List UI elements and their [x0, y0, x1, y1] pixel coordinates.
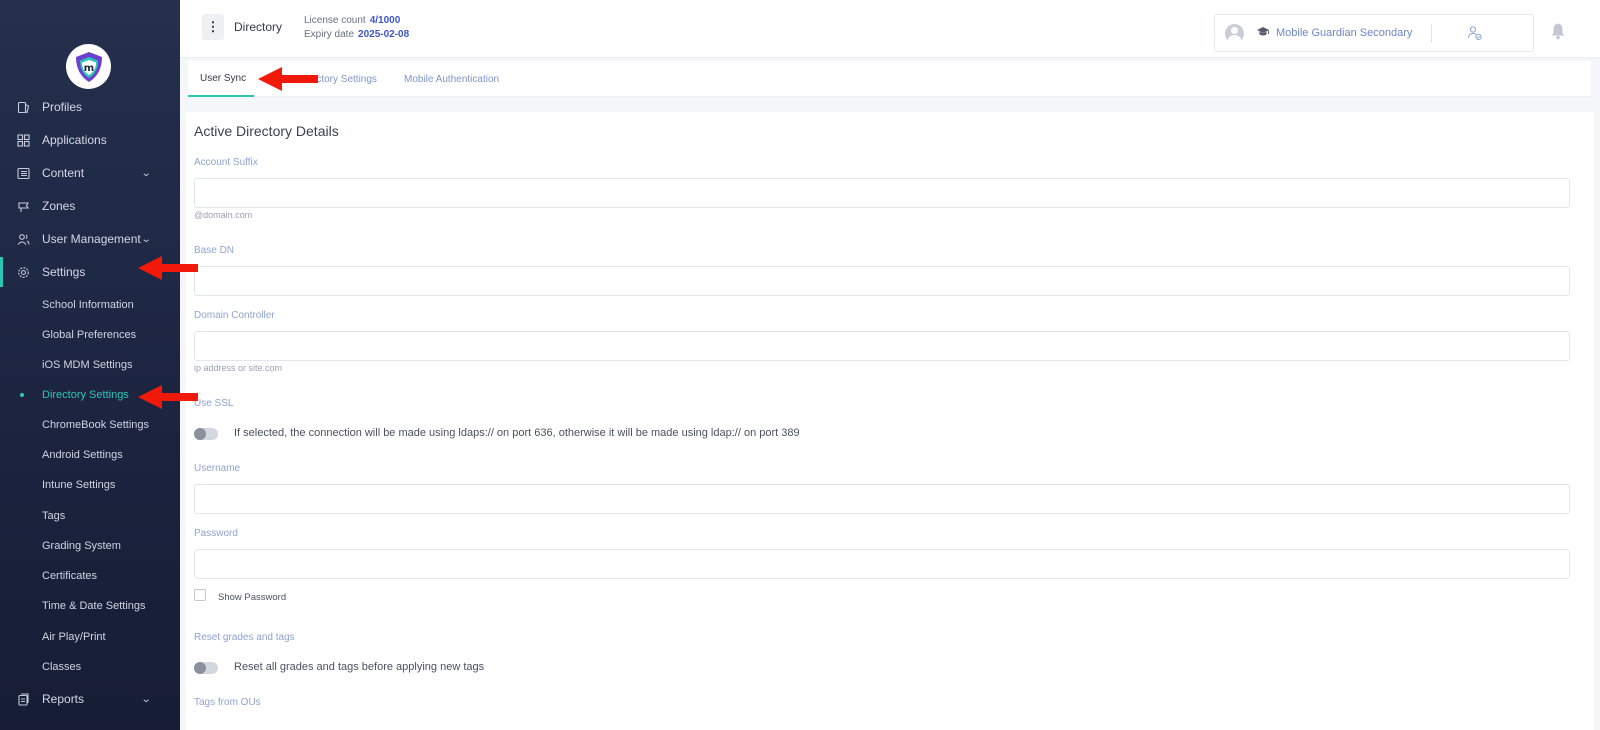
- sidebar-subitem-label: ChromeBook Settings: [42, 419, 149, 431]
- school-name: Mobile Guardian Secondary: [1276, 27, 1413, 39]
- sidebar-item-label: Applications: [42, 133, 107, 147]
- school-selector[interactable]: Mobile Guardian Secondary: [1214, 14, 1534, 52]
- sidebar-item-label: Content: [42, 166, 85, 180]
- chevron-down-icon: ⌄: [140, 167, 152, 179]
- domain-controller-hint: ip address or site.com: [194, 363, 283, 373]
- avatar-icon: [1225, 24, 1244, 43]
- sidebar-item-label: User Management: [42, 232, 141, 246]
- sidebar-subitem-label: School Information: [42, 299, 134, 311]
- sidebar-item-user-management[interactable]: User Management ⌄: [0, 224, 180, 254]
- sidebar-subitem-label: Grading System: [42, 540, 121, 552]
- sidebar-item-reports[interactable]: Reports ⌄: [0, 684, 180, 714]
- sidebar-item-label: Settings: [42, 265, 86, 279]
- sidebar-subitem-label: Time & Date Settings: [42, 600, 146, 612]
- reports-icon: [17, 692, 30, 706]
- sidebar-item-profiles[interactable]: Profiles: [0, 92, 180, 122]
- tab-mobile-authentication[interactable]: Mobile Authentication: [404, 61, 499, 97]
- sidebar-item-applications[interactable]: Applications: [0, 125, 180, 155]
- sidebar-subitem-certificates[interactable]: Certificates: [0, 563, 180, 589]
- red-arrow-icon: [138, 385, 198, 409]
- sidebar-subitem-tags[interactable]: Tags: [0, 503, 180, 529]
- reset-grades-description: Reset all grades and tags before applyin…: [234, 661, 485, 673]
- sidebar-subitem-air-play-print[interactable]: Air Play/Print: [0, 624, 180, 650]
- sidebar: m Profiles Applications Content ⌄ Zones …: [0, 0, 180, 730]
- reset-grades-label: Reset grades and tags: [194, 632, 295, 643]
- active-directory-panel: Active Directory Details Account Suffix …: [186, 112, 1594, 730]
- license-count-value: 4/1000: [369, 15, 401, 26]
- sidebar-subitem-time-date-settings[interactable]: Time & Date Settings: [0, 593, 180, 619]
- sidebar-item-label: Profiles: [42, 100, 83, 114]
- red-arrow-icon: [258, 67, 318, 91]
- chevron-down-icon: ⌄: [140, 693, 152, 705]
- sidebar-subitem-classes[interactable]: Classes: [0, 654, 180, 680]
- sidebar-subitem-school-information[interactable]: School Information: [0, 292, 180, 318]
- base-dn-label: Base DN: [194, 245, 235, 256]
- sidebar-subitem-global-preferences[interactable]: Global Preferences: [0, 322, 180, 348]
- username-label: Username: [194, 463, 241, 474]
- sidebar-item-content[interactable]: Content ⌄: [0, 158, 180, 188]
- chevron-down-icon: ⌄: [140, 233, 152, 245]
- sidebar-item-label: Zones: [42, 199, 76, 213]
- sidebar-item-label: Reports: [42, 692, 85, 706]
- sidebar-subitem-label: Intune Settings: [42, 479, 116, 491]
- sidebar-subitem-grading-system[interactable]: Grading System: [0, 533, 180, 559]
- bell-icon[interactable]: [1550, 22, 1566, 40]
- sidebar-subitem-label: Air Play/Print: [42, 631, 106, 643]
- expiry-date-label: Expiry date: [304, 29, 355, 40]
- graduation-cap-icon: [1256, 26, 1270, 41]
- account-suffix-input[interactable]: [194, 178, 1570, 208]
- sidebar-subitem-label: Certificates: [42, 570, 98, 582]
- account-suffix-label: Account Suffix: [194, 157, 258, 168]
- sidebar-subitem-label: Android Settings: [42, 449, 123, 461]
- expiry-date-value: 2025-02-08: [358, 29, 410, 40]
- sidebar-subitem-intune-settings[interactable]: Intune Settings: [0, 472, 180, 498]
- svg-text:m: m: [83, 63, 93, 74]
- divider: [1431, 24, 1432, 43]
- active-dot: [20, 393, 24, 397]
- page-title: Directory: [234, 20, 283, 34]
- base-dn-input[interactable]: [194, 266, 1570, 296]
- show-password-checkbox[interactable]: [194, 589, 206, 601]
- sidebar-subitem-chromebook-settings[interactable]: ChromeBook Settings: [0, 412, 180, 438]
- tags-from-ous-label: Tags from OUs: [194, 697, 261, 708]
- use-ssl-toggle[interactable]: [194, 428, 218, 440]
- users-icon: [17, 233, 30, 246]
- sidebar-subitem-label: Tags: [42, 510, 66, 522]
- tab-bar: User Sync Directory Settings Mobile Auth…: [188, 61, 1591, 97]
- license-info: License count 4/1000 Expiry date 2025-02-0…: [304, 14, 409, 42]
- domain-controller-label: Domain Controller: [194, 310, 275, 321]
- username-input[interactable]: [194, 484, 1570, 514]
- sidebar-subitem-label: Global Preferences: [42, 329, 137, 341]
- switch-user-icon[interactable]: [1467, 25, 1483, 41]
- top-header: ⋮ Directory License count 4/1000 Expiry d…: [180, 0, 1600, 58]
- account-suffix-hint: @domain.com: [194, 210, 253, 220]
- reset-grades-toggle[interactable]: [194, 662, 218, 674]
- zones-icon: [17, 200, 30, 213]
- sidebar-subitem-ios-mdm-settings[interactable]: iOS MDM Settings: [0, 352, 180, 378]
- sidebar-subitem-label: iOS MDM Settings: [42, 359, 133, 371]
- content-icon: [17, 167, 30, 180]
- password-label: Password: [194, 528, 238, 539]
- grid-icon: [17, 133, 30, 147]
- show-password-label: Show Password: [218, 592, 287, 603]
- license-count-label: License count: [304, 15, 366, 26]
- sidebar-subitem-label: Directory Settings: [42, 389, 129, 401]
- domain-controller-input[interactable]: [194, 331, 1570, 361]
- red-arrow-icon: [138, 256, 198, 280]
- kebab-menu-icon[interactable]: ⋮: [202, 14, 224, 40]
- gear-icon: [17, 266, 30, 279]
- sidebar-item-zones[interactable]: Zones: [0, 191, 180, 221]
- mobile-guardian-logo[interactable]: m: [66, 44, 111, 89]
- use-ssl-description: If selected, the connection will be made…: [234, 427, 800, 439]
- sidebar-subitem-android-settings[interactable]: Android Settings: [0, 442, 180, 468]
- password-input[interactable]: [194, 549, 1570, 579]
- section-title: Active Directory Details: [194, 123, 339, 139]
- tab-user-sync[interactable]: User Sync: [188, 61, 254, 97]
- profiles-icon: [17, 101, 30, 114]
- sidebar-subitem-label: Classes: [42, 661, 82, 673]
